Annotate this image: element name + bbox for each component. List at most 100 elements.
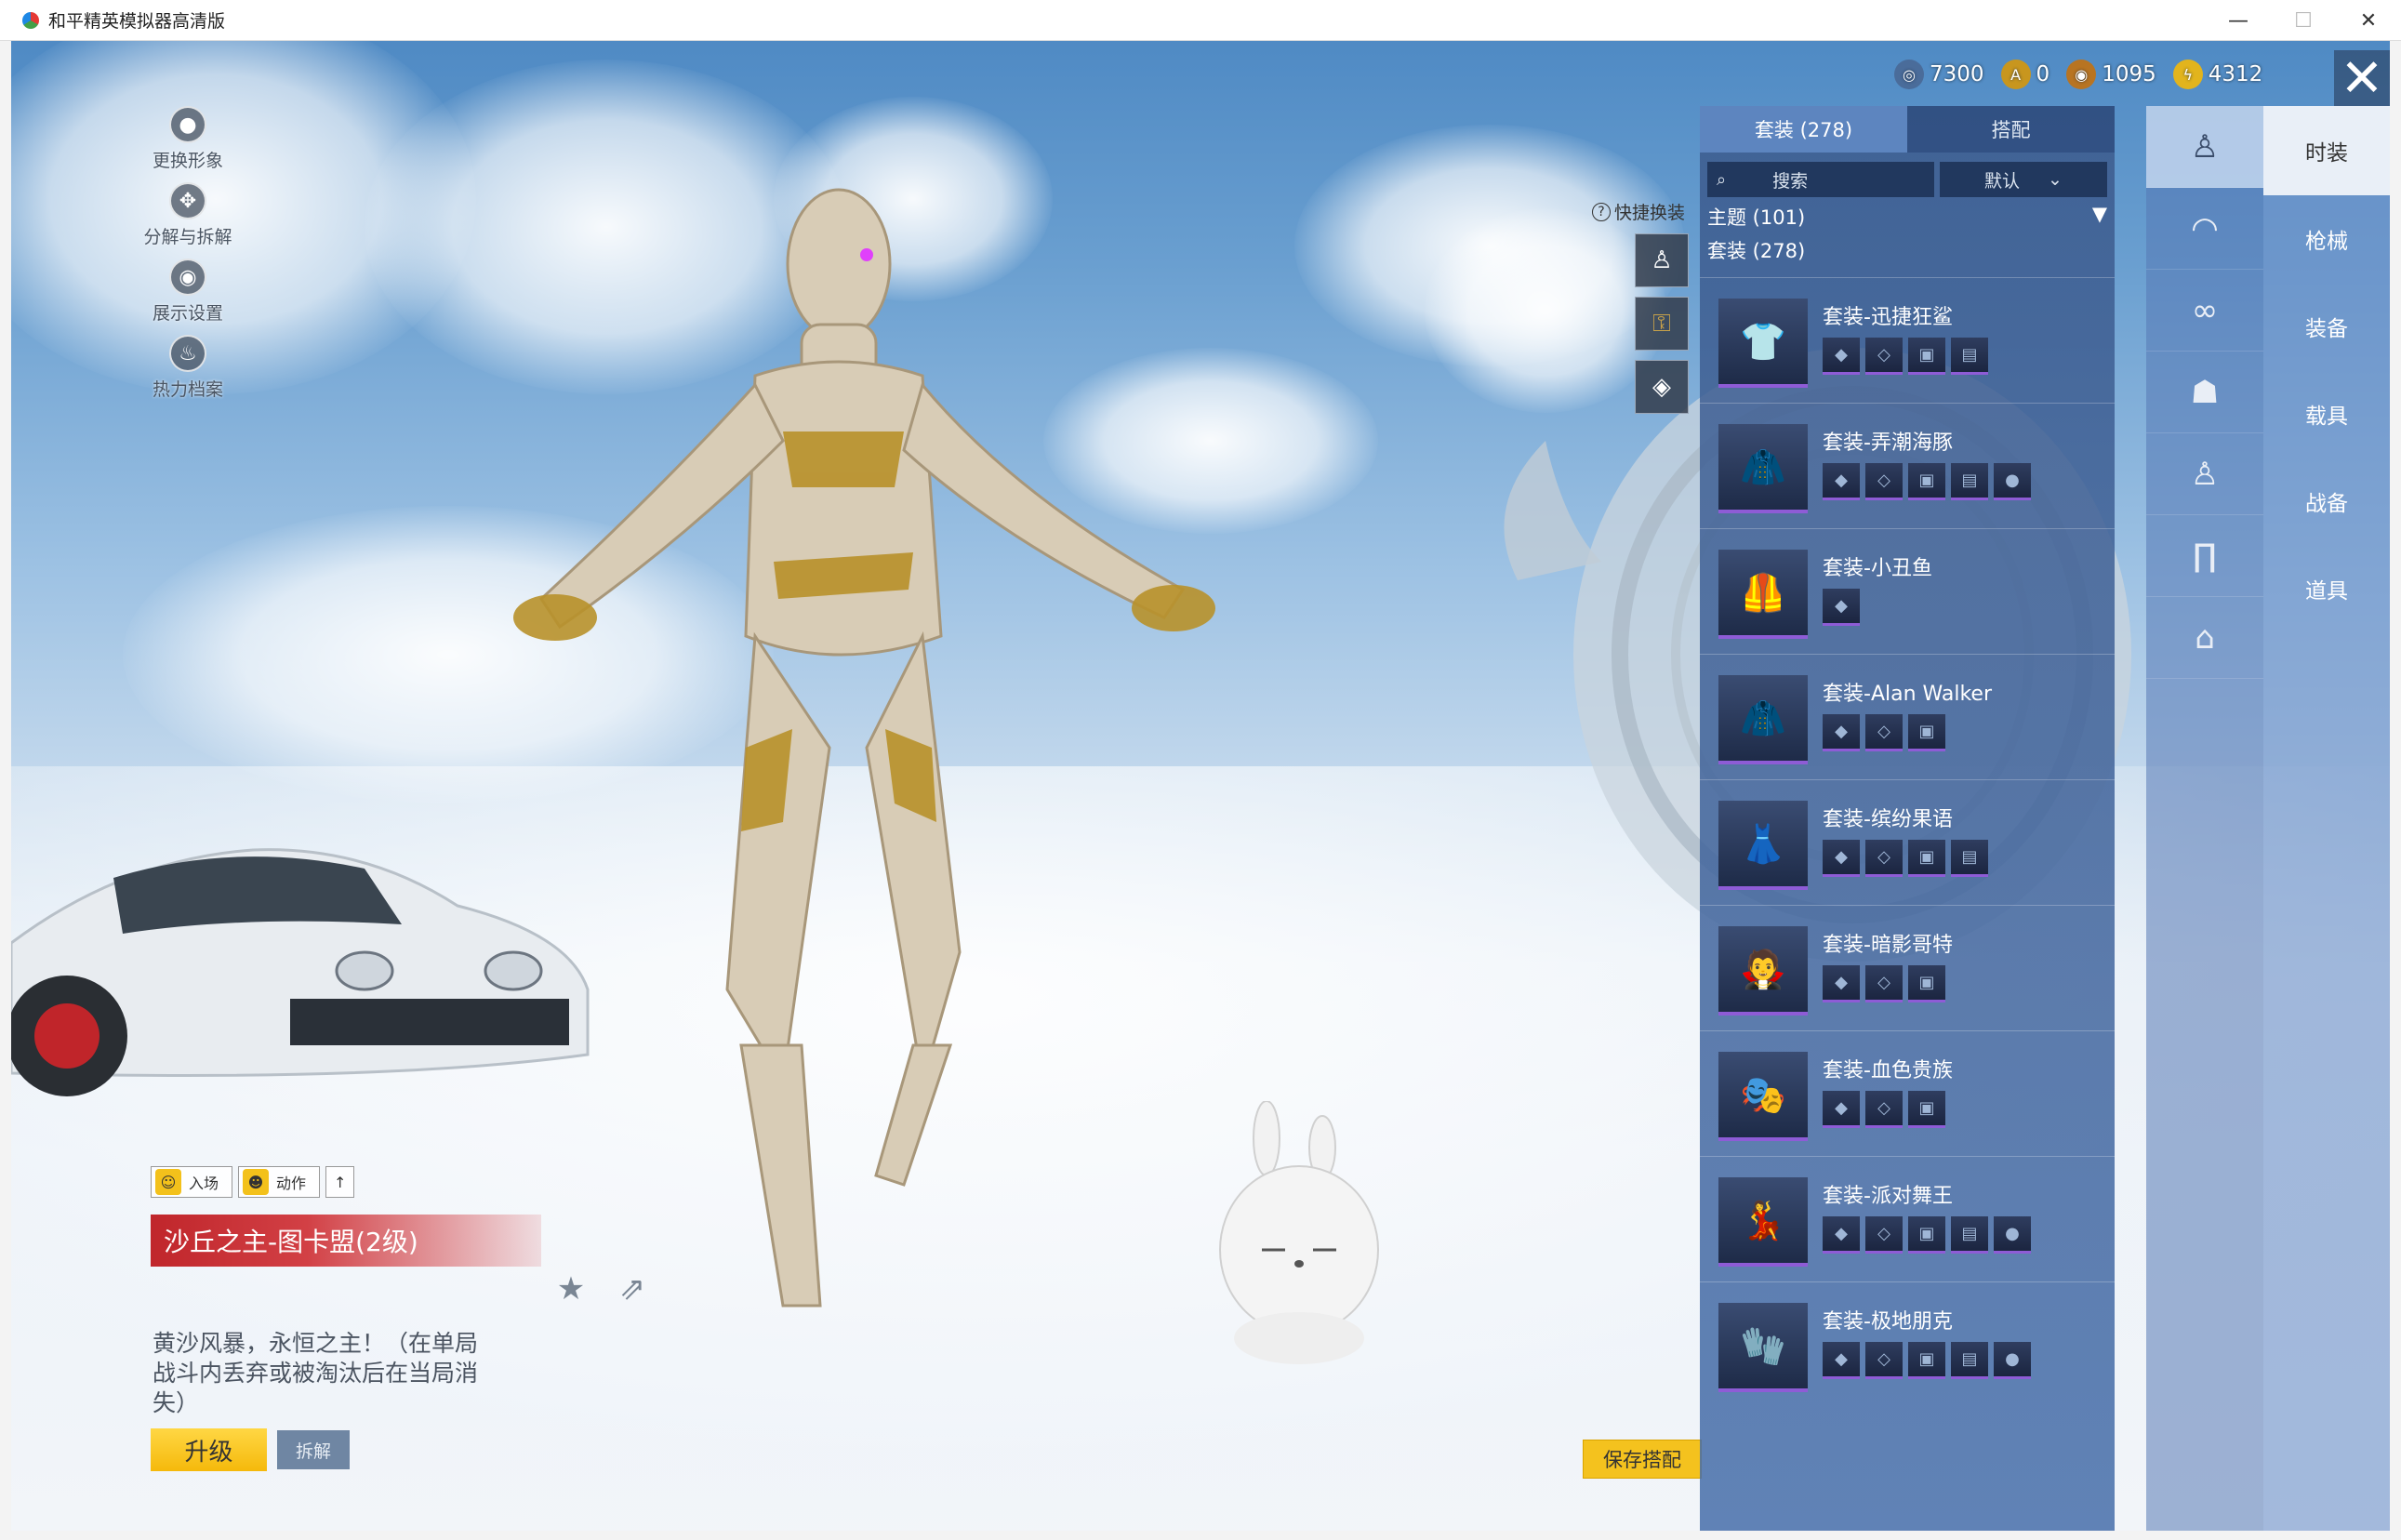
display-settings-button[interactable]: ◉ 展示设置 bbox=[123, 259, 253, 335]
favorite-star-icon[interactable]: ★ bbox=[551, 1268, 591, 1309]
close-window-button[interactable]: ✕ bbox=[2336, 0, 2401, 41]
suit-piece[interactable]: ▣ bbox=[1908, 1342, 1945, 1379]
suit-piece[interactable]: ◇ bbox=[1865, 1091, 1903, 1128]
suit-piece[interactable]: ▣ bbox=[1908, 714, 1945, 751]
suit-piece[interactable]: ● bbox=[1994, 1216, 2031, 1254]
search-icon: ⌕ bbox=[1717, 169, 1727, 190]
eye-icon: ◉ bbox=[169, 259, 206, 296]
suit-piece[interactable]: ◆ bbox=[1823, 1216, 1860, 1254]
suit-piece[interactable]: ◆ bbox=[1823, 965, 1860, 1002]
side-tab[interactable]: 道具 bbox=[2263, 545, 2390, 632]
side-tab[interactable]: 时装 bbox=[2263, 106, 2390, 195]
entrance-label: 入场 bbox=[189, 1175, 219, 1192]
suit-piece[interactable]: ◇ bbox=[1865, 965, 1903, 1002]
minimize-button[interactable]: — bbox=[2206, 0, 2271, 41]
suit-thumbnail[interactable]: 🎭 bbox=[1718, 1052, 1808, 1141]
tab-combos[interactable]: 搭配 bbox=[1907, 106, 2115, 153]
suit-piece[interactable]: ◆ bbox=[1823, 338, 1860, 375]
upgrade-button[interactable]: 升级 bbox=[151, 1428, 267, 1471]
dismantle-button[interactable]: 拆解 bbox=[277, 1430, 350, 1469]
shoes-icon[interactable]: ⌂ bbox=[2146, 597, 2263, 679]
side-tab[interactable]: 战备 bbox=[2263, 458, 2390, 545]
suit-piece[interactable]: ◆ bbox=[1823, 1342, 1860, 1379]
suit-row[interactable]: 👕 套装-迅捷狂鲨 ◆ ◇ ▣ ▤ bbox=[1700, 277, 2115, 403]
quick-slot-outfit[interactable]: ♙ bbox=[1635, 233, 1689, 287]
suit-piece[interactable]: ◆ bbox=[1823, 463, 1860, 500]
menu-label: 展示设置 bbox=[152, 303, 223, 324]
save-outfit-button[interactable]: 保存搭配 bbox=[1583, 1440, 1702, 1479]
suit-piece[interactable]: ● bbox=[1994, 1342, 2031, 1379]
suit-thumbnail[interactable]: 👗 bbox=[1718, 801, 1808, 890]
quick-slot-gem[interactable]: ◈ bbox=[1635, 360, 1689, 414]
suit-piece[interactable]: ▣ bbox=[1908, 338, 1945, 375]
quick-slot-locked[interactable]: ⚿ bbox=[1635, 297, 1689, 351]
suit-piece[interactable]: ◆ bbox=[1823, 589, 1860, 626]
mummy-character[interactable] bbox=[476, 153, 1220, 1343]
suit-items: ◆ ◇ ▣ ▤ bbox=[1823, 840, 1988, 877]
suit-items: ◆ ◇ ▣ ▤ bbox=[1823, 338, 1988, 375]
suit-piece[interactable]: ▤ bbox=[1951, 338, 1988, 375]
suit-piece[interactable]: ◇ bbox=[1865, 1342, 1903, 1379]
quick-swap-label[interactable]: ? 快捷换装 bbox=[1592, 199, 1704, 224]
emote-button[interactable]: ☻ 动作 bbox=[238, 1166, 321, 1198]
suit-piece[interactable]: ▣ bbox=[1908, 965, 1945, 1002]
suit-piece[interactable]: ▣ bbox=[1908, 1216, 1945, 1254]
mask-icon[interactable]: ☗ bbox=[2146, 352, 2263, 433]
rabbit-pet[interactable] bbox=[1211, 1101, 1425, 1371]
expand-button[interactable]: ↑ bbox=[325, 1166, 355, 1198]
change-appearance-button[interactable]: ● 更换形象 bbox=[123, 106, 253, 182]
suit-thumbnail[interactable]: 🧥 bbox=[1718, 675, 1808, 764]
suit-piece[interactable]: ◇ bbox=[1865, 338, 1903, 375]
suit-piece[interactable]: ▤ bbox=[1951, 463, 1988, 500]
side-tab[interactable]: 载具 bbox=[2263, 370, 2390, 458]
suit-piece[interactable]: ◇ bbox=[1865, 840, 1903, 877]
suit-thumbnail[interactable]: 🧥 bbox=[1718, 424, 1808, 513]
close-icon[interactable]: ✕ bbox=[2334, 48, 2390, 109]
entrance-button[interactable]: ☺ 入场 bbox=[151, 1166, 233, 1198]
pants-icon[interactable]: ∏ bbox=[2146, 515, 2263, 597]
figure-icon[interactable]: ♙ bbox=[2146, 106, 2263, 188]
suit-row[interactable]: 🧥 套装-Alan Walker ◆ ◇ ▣ bbox=[1700, 654, 2115, 779]
suit-thumbnail[interactable]: 💃 bbox=[1718, 1177, 1808, 1267]
suit-piece[interactable]: ▣ bbox=[1908, 840, 1945, 877]
suit-piece[interactable]: ◇ bbox=[1865, 1216, 1903, 1254]
suit-row[interactable]: 🎭 套装-血色贵族 ◆ ◇ ▣ bbox=[1700, 1030, 2115, 1156]
suit-row[interactable]: 🦺 套装-小丑鱼 ◆ bbox=[1700, 528, 2115, 654]
side-tab[interactable]: 枪械 bbox=[2263, 195, 2390, 283]
suit-piece[interactable]: ◆ bbox=[1823, 1091, 1860, 1128]
share-icon[interactable]: ⇗ bbox=[612, 1268, 653, 1309]
suit-piece[interactable]: ◆ bbox=[1823, 840, 1860, 877]
glasses-icon[interactable]: ∞ bbox=[2146, 270, 2263, 352]
tab-suits[interactable]: 套装 (278) bbox=[1700, 106, 1907, 153]
side-tab[interactable]: 装备 bbox=[2263, 283, 2390, 370]
suit-piece[interactable]: ◇ bbox=[1865, 463, 1903, 500]
suit-piece[interactable]: ▣ bbox=[1908, 1091, 1945, 1128]
cap-icon[interactable]: ◠ bbox=[2146, 188, 2263, 270]
suit-piece[interactable]: ● bbox=[1994, 463, 2031, 500]
theme-filter[interactable]: 主题 (101) ▼ bbox=[1707, 203, 2107, 231]
theme-label: 主题 (101) bbox=[1707, 206, 1806, 229]
decompose-button[interactable]: ✥ 分解与拆解 bbox=[123, 182, 253, 259]
suit-thumbnail[interactable]: 🧛 bbox=[1718, 926, 1808, 1016]
suit-row[interactable]: 💃 套装-派对舞王 ◆ ◇ ▣ ▤ ● bbox=[1700, 1156, 2115, 1281]
maximize-button[interactable]: ☐ bbox=[2271, 0, 2336, 41]
suit-row[interactable]: 🧛 套装-暗影哥特 ◆ ◇ ▣ bbox=[1700, 905, 2115, 1030]
search-input[interactable]: ⌕ 搜索 bbox=[1707, 162, 1934, 197]
body-icon[interactable]: ♙ bbox=[2146, 433, 2263, 515]
suit-piece[interactable]: ▤ bbox=[1951, 840, 1988, 877]
suit-row[interactable]: 🧤 套装-极地朋克 ◆ ◇ ▣ ▤ ● bbox=[1700, 1281, 2115, 1407]
suit-row[interactable]: 🧥 套装-弄潮海豚 ◆ ◇ ▣ ▤ ● bbox=[1700, 403, 2115, 528]
suit-piece[interactable]: ▤ bbox=[1951, 1216, 1988, 1254]
suit-thumbnail[interactable]: 🦺 bbox=[1718, 550, 1808, 639]
suit-piece[interactable]: ◆ bbox=[1823, 714, 1860, 751]
subtheme-label[interactable]: 套装 (278) bbox=[1707, 236, 2107, 264]
suit-piece[interactable]: ▤ bbox=[1951, 1342, 1988, 1379]
suit-thumbnail[interactable]: 👕 bbox=[1718, 299, 1808, 388]
suit-piece[interactable]: ▣ bbox=[1908, 463, 1945, 500]
suit-row[interactable]: 👗 套装-缤纷果语 ◆ ◇ ▣ ▤ bbox=[1700, 779, 2115, 905]
suit-thumbnail[interactable]: 🧤 bbox=[1718, 1303, 1808, 1392]
sports-car[interactable] bbox=[11, 803, 606, 1110]
suit-piece[interactable]: ◇ bbox=[1865, 714, 1903, 751]
sort-dropdown[interactable]: 默认 ⌄ bbox=[1940, 162, 2107, 197]
heat-archive-button[interactable]: ♨ 热力档案 bbox=[123, 335, 253, 411]
